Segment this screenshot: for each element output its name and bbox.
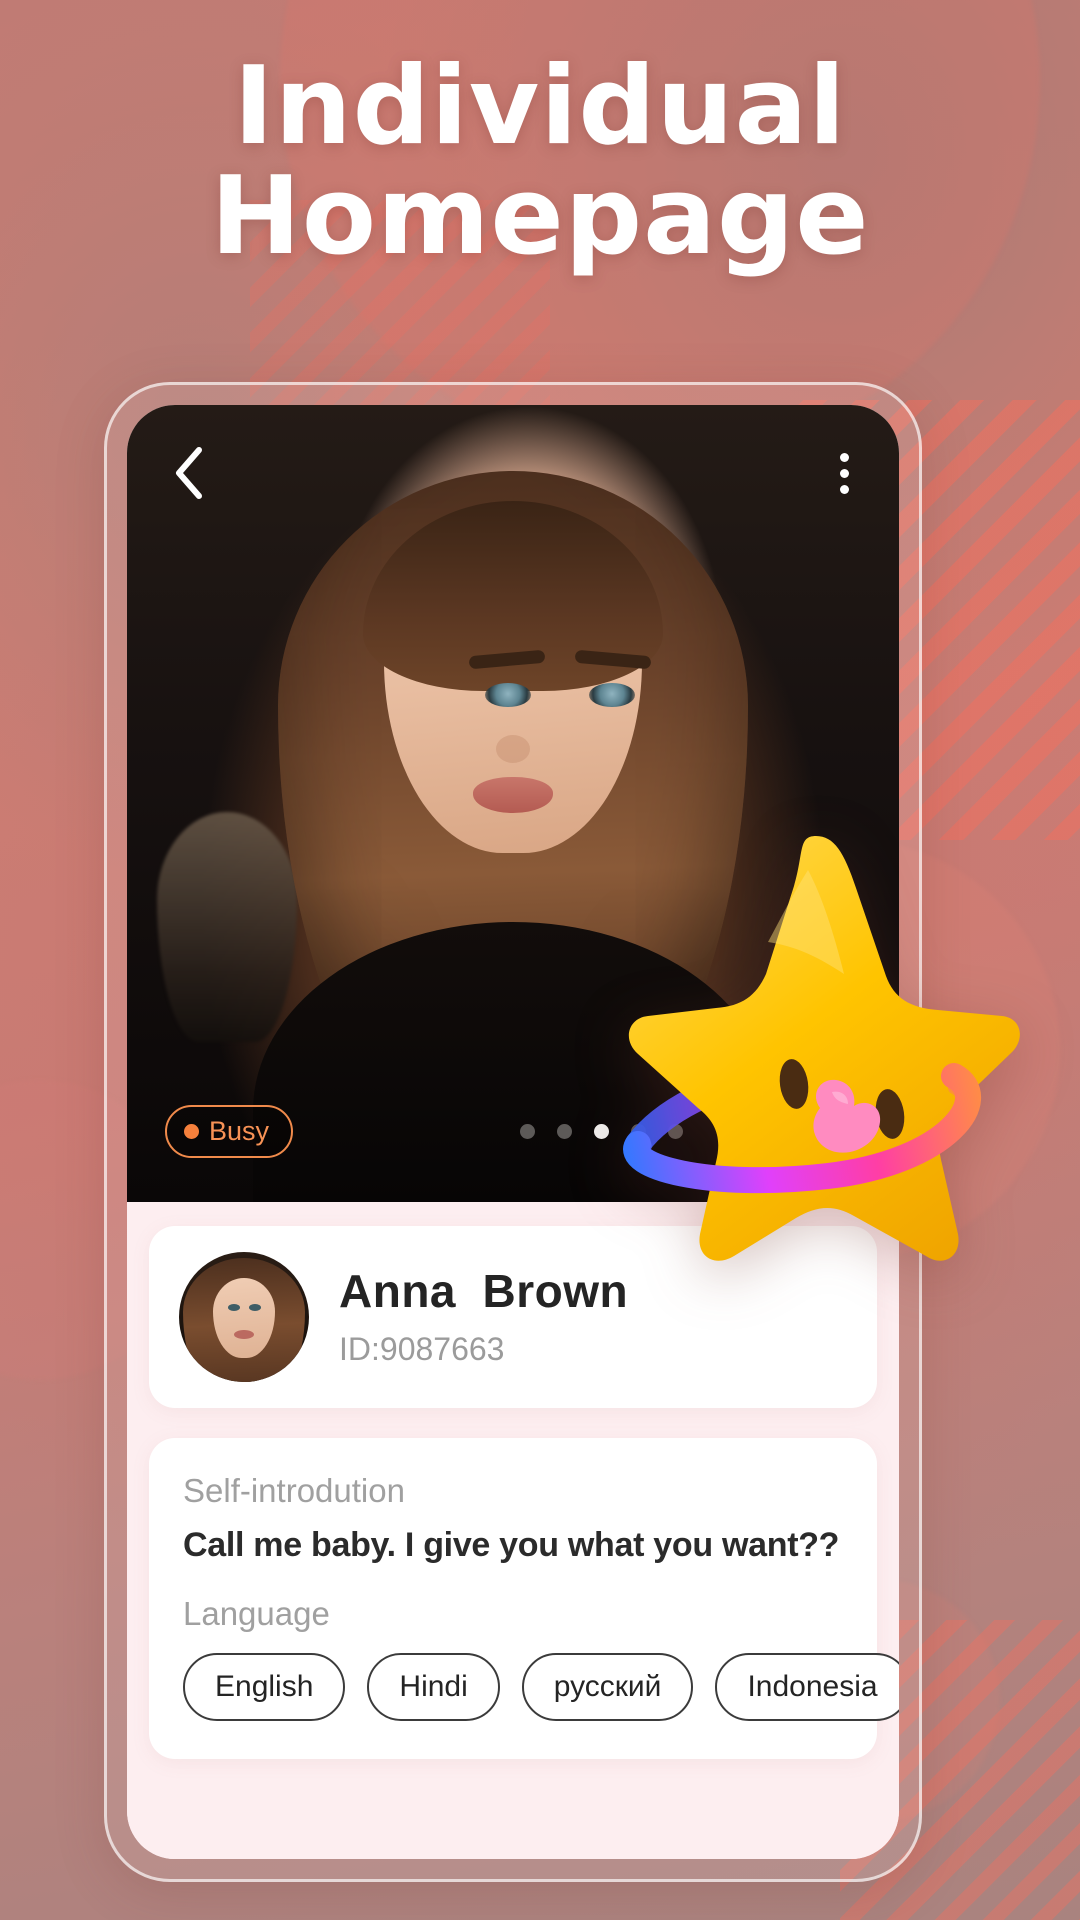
language-label: Language (183, 1595, 330, 1632)
page-title: Individual Homepage (0, 44, 1080, 280)
chevron-left-icon[interactable] (171, 445, 205, 501)
profile-info-area: Anna Brown ID:9087663 Self-introdution C… (127, 1202, 899, 1859)
self-introduction-card: Self-introdution Call me baby. I give yo… (149, 1438, 899, 1759)
language-chip[interactable]: English (183, 1653, 346, 1721)
profile-id: ID:9087663 (339, 1330, 505, 1367)
portrait-lips (473, 777, 553, 813)
pagination-dot[interactable] (520, 1124, 535, 1139)
page-title-line-2: Homepage (210, 154, 870, 280)
status-badge[interactable]: Busy (165, 1105, 294, 1158)
pagination-dot[interactable] (557, 1124, 572, 1139)
language-chip[interactable]: Hindi (367, 1653, 500, 1721)
background-person (157, 812, 297, 1042)
avatar[interactable] (179, 1252, 309, 1382)
portrait-eye (589, 683, 635, 707)
self-introduction-label: Self-introdution (183, 1472, 405, 1509)
status-dot-icon (184, 1124, 199, 1139)
kebab-menu-icon[interactable] (834, 447, 855, 500)
profile-identity-text: Anna Brown ID:9087663 (339, 1266, 628, 1368)
language-chip[interactable]: русский (521, 1653, 694, 1721)
language-chip[interactable]: Indonesia (715, 1653, 899, 1721)
portrait-nose (496, 735, 530, 763)
status-badge-label: Busy (209, 1116, 270, 1146)
portrait-eye (485, 683, 531, 707)
profile-name: Anna Brown (339, 1265, 629, 1318)
top-navigation-bar (127, 445, 899, 501)
star-mascot (598, 826, 1028, 1271)
page-title-line-1: Individual (233, 44, 847, 169)
language-chip-list: English Hindi русский Indonesia (183, 1653, 899, 1721)
self-introduction-text: Call me baby. I give you what you want?? (183, 1526, 840, 1564)
